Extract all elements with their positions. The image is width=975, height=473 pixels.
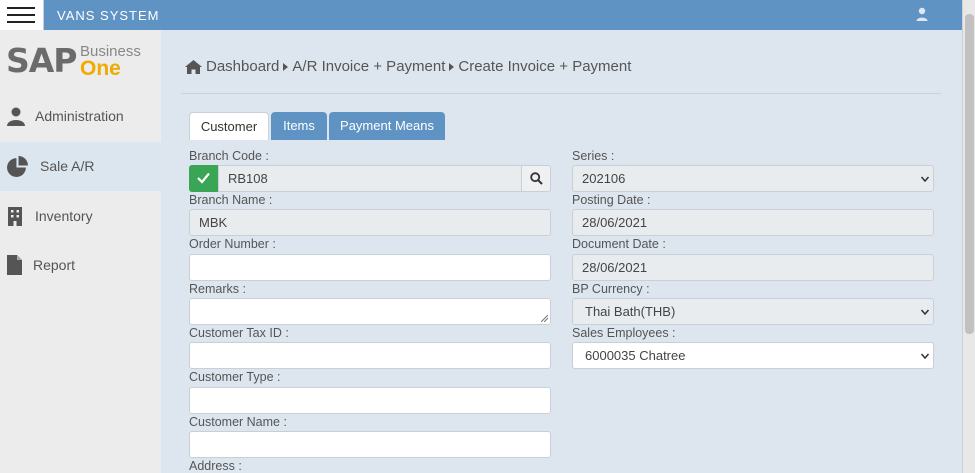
bp-currency-label: BP Currency : [572, 282, 650, 296]
search-icon[interactable] [521, 165, 551, 192]
home-icon[interactable] [185, 59, 202, 74]
sales-employees-label: Sales Employees : [572, 326, 676, 340]
branch-name-field[interactable]: MBK [189, 209, 551, 236]
sidebar-item-label: Report [33, 257, 76, 273]
document-date-label: Document Date : [572, 237, 666, 251]
user-icon [7, 107, 25, 126]
sales-employees-value: 6000035 Chatree [585, 348, 686, 363]
top-bar: VANS SYSTEM [0, 0, 975, 30]
tab-items[interactable]: Items [271, 112, 327, 140]
scrollbar[interactable] [962, 0, 975, 473]
series-value: 202106 [582, 171, 626, 186]
series-select[interactable]: 202106 [572, 165, 934, 192]
logo-sap-text: SAP [6, 41, 77, 80]
branch-name-label: Branch Name : [189, 193, 273, 207]
sap-business-one-logo: SAP Business One [6, 43, 146, 83]
resize-grip-icon[interactable] [541, 315, 548, 322]
document-date-field[interactable]: 28/06/2021 [572, 254, 934, 281]
customer-name-field[interactable] [189, 431, 551, 458]
sidebar-item-sale-ar[interactable]: Sale A/R [0, 142, 161, 191]
customer-tax-id-field[interactable] [189, 342, 551, 369]
user-icon[interactable] [914, 6, 930, 22]
sales-employees-select[interactable]: 6000035 Chatree [572, 342, 934, 369]
posting-date-label: Posting Date : [572, 193, 651, 207]
customer-name-label: Customer Name : [189, 415, 287, 429]
breadcrumb-dashboard[interactable]: Dashboard [206, 58, 279, 75]
menu-icon[interactable] [0, 0, 44, 30]
chevron-down-icon [921, 176, 929, 182]
building-icon [8, 207, 22, 226]
remarks-textarea[interactable] [189, 298, 551, 325]
series-label: Series : [572, 149, 615, 163]
sidebar: SAP Business One Administration Sale A/R… [0, 30, 161, 473]
branch-code-field[interactable]: RB108 [218, 165, 522, 192]
pie-chart-icon [7, 156, 28, 177]
sidebar-item-inventory[interactable]: Inventory [0, 192, 161, 241]
breadcrumb: Dashboard A/R Invoice + Payment Create I… [185, 58, 631, 75]
file-icon [7, 255, 22, 275]
posting-date-field[interactable]: 28/06/2021 [572, 209, 934, 236]
customer-type-label: Customer Type : [189, 370, 281, 384]
branch-code-label: Branch Code : [189, 149, 269, 163]
customer-tax-id-label: Customer Tax ID : [189, 326, 289, 340]
tab-payment-means[interactable]: Payment Means [329, 112, 445, 140]
sidebar-item-administration[interactable]: Administration [0, 92, 161, 141]
check-icon[interactable] [189, 165, 218, 192]
order-number-label: Order Number : [189, 237, 276, 251]
sidebar-item-label: Administration [35, 108, 124, 124]
bp-currency-select[interactable]: Thai Bath(THB) [572, 298, 934, 325]
logo-one-text: One [80, 57, 121, 80]
sidebar-item-label: Inventory [35, 208, 93, 224]
chevron-down-icon [921, 353, 929, 359]
scrollbar-thumb[interactable] [965, 14, 974, 334]
address-label: Address : [189, 459, 242, 473]
divider [181, 93, 941, 94]
customer-type-field[interactable] [189, 387, 551, 414]
order-number-field[interactable] [189, 254, 551, 281]
chevron-right-icon [283, 62, 289, 71]
sidebar-item-label: Sale A/R [40, 158, 95, 174]
chevron-right-icon [449, 62, 455, 71]
breadcrumb-ar-invoice-payment[interactable]: A/R Invoice + Payment [292, 58, 445, 75]
app-title: VANS SYSTEM [57, 8, 160, 23]
tab-customer[interactable]: Customer [189, 112, 269, 140]
chevron-down-icon [921, 309, 929, 315]
bp-currency-value: Thai Bath(THB) [585, 304, 676, 319]
sidebar-item-report[interactable]: Report [0, 241, 161, 290]
remarks-label: Remarks : [189, 282, 246, 296]
breadcrumb-create-invoice-payment: Create Invoice + Payment [458, 58, 632, 75]
